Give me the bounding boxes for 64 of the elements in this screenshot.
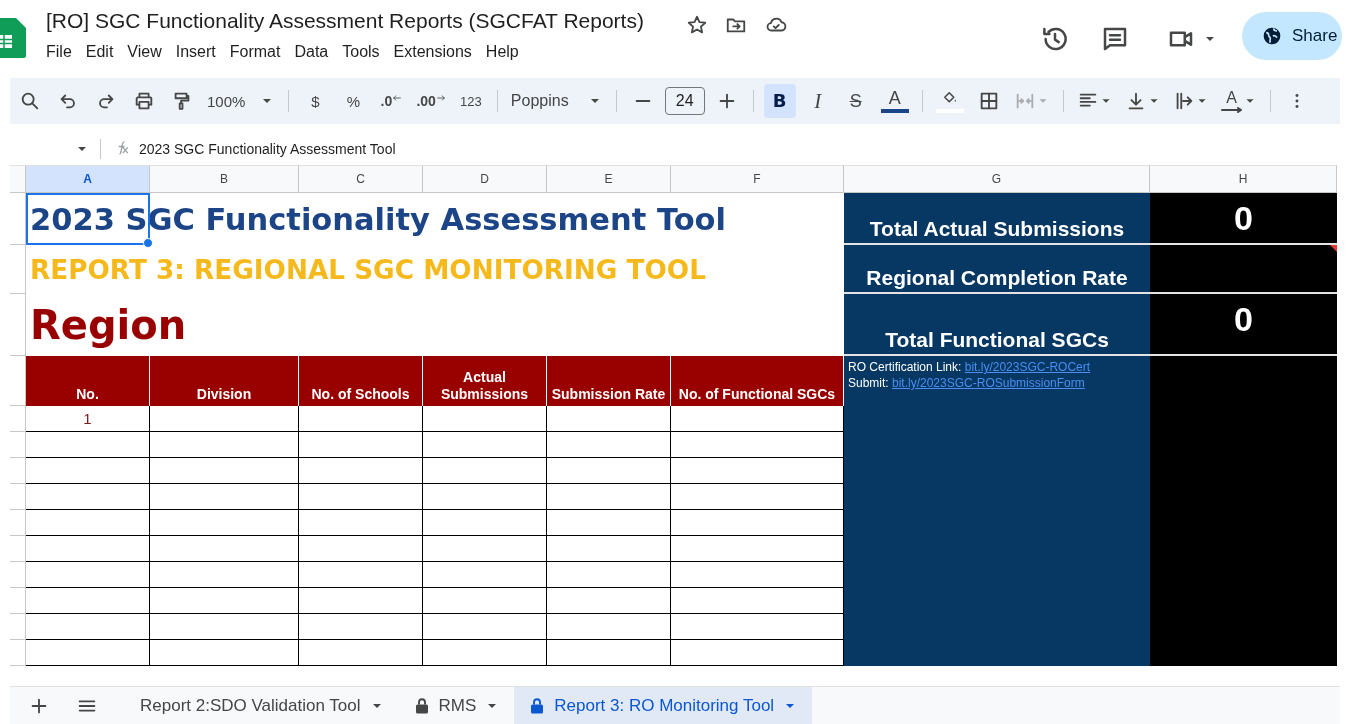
summary-label: Total Functional SGCs [844, 294, 1150, 356]
sheet-tab[interactable]: Report 2:SDO Validation Tool [126, 687, 399, 724]
table-cell: 1 [26, 406, 150, 432]
italic-button[interactable]: I [801, 84, 834, 118]
column-header[interactable]: D [423, 165, 547, 193]
region-heading: Region [29, 302, 188, 348]
zoom-dropdown[interactable]: 100% [204, 84, 279, 118]
formula-input[interactable]: 2023 SGC Functionality Assessment Tool [139, 141, 396, 157]
text-rotation-dropdown[interactable]: A [1217, 84, 1260, 118]
column-heading: Actual Submissions [423, 356, 547, 406]
bold-button[interactable]: B [763, 84, 796, 118]
summary-label: Total Actual Submissions [844, 193, 1150, 245]
summary-value: 0 [1234, 299, 1253, 339]
column-header[interactable]: G [844, 165, 1150, 193]
share-button[interactable]: Share [1242, 12, 1342, 60]
link-line: RO Certification Link: bit.ly/2023SGC-ROCert [848, 359, 1092, 375]
column-header[interactable]: H [1150, 165, 1337, 193]
menu-item[interactable]: Extensions [387, 43, 478, 61]
text-color-button[interactable]: A [877, 84, 912, 118]
report-subtitle: REPORT 3: REGIONAL SGC MONITORING TOOL [29, 254, 707, 285]
column-header[interactable]: E [547, 165, 671, 193]
column-heading: No. of Functional SGCs [671, 356, 844, 406]
print-icon[interactable] [133, 90, 155, 112]
left-arrow-icon [392, 93, 403, 103]
document-title[interactable]: [RO] SGC Functionality Assessment Reports (SGCFAT Reports) [46, 9, 644, 33]
summary-label: Regional Completion Rate [844, 245, 1150, 294]
column-header[interactable]: C [299, 165, 423, 193]
column-header[interactable]: F [671, 165, 844, 193]
right-arrow-icon [1220, 107, 1243, 113]
comment-marker[interactable] [1330, 245, 1337, 252]
currency-button[interactable]: $ [299, 84, 332, 118]
sheet-tab[interactable]: RMS [398, 687, 515, 724]
spreadsheet-logo-icon[interactable] [0, 18, 26, 58]
number-format-button[interactable]: 123 [454, 84, 487, 118]
increase-decimal-button[interactable]: .00 [413, 84, 449, 118]
column-heading: No. [26, 356, 150, 406]
menu-item[interactable]: Help [479, 43, 525, 61]
star-icon[interactable] [686, 14, 708, 36]
column-header[interactable]: B [150, 165, 299, 193]
fill-handle[interactable] [143, 238, 153, 248]
column-heading: Submission Rate [547, 356, 671, 406]
menu-item[interactable]: View [121, 43, 168, 61]
search-icon[interactable] [19, 90, 41, 112]
font-size-field[interactable]: 24 [664, 87, 705, 115]
strikethrough-button[interactable]: S [839, 84, 872, 118]
column-header[interactable]: A [26, 165, 150, 193]
link[interactable]: bit.ly/2023SGC-ROCert [964, 360, 1091, 374]
right-arrow-icon [435, 93, 446, 103]
menu-item[interactable]: File [40, 43, 78, 61]
sheet-tab[interactable]: Report 3: RO Monitoring Tool [514, 687, 813, 724]
menu-item[interactable]: Format [223, 43, 287, 61]
column-heading: No. of Schools [299, 356, 423, 406]
decrease-decimal-button[interactable]: .0 [375, 84, 408, 118]
link[interactable]: bit.ly/2023SGC-ROSubmissionForm [892, 376, 1085, 390]
menu-item[interactable]: Edit [79, 43, 120, 61]
font-dropdown[interactable]: Poppins [507, 84, 606, 118]
globe-icon [1262, 26, 1282, 46]
summary-value: 0 [1234, 198, 1253, 238]
menu-item[interactable]: Data [288, 43, 335, 61]
menu-item[interactable]: Tools [336, 43, 386, 61]
link-line: Submit: bit.ly/2023SGC-ROSubmissionForm [848, 375, 1086, 391]
column-heading: Division [150, 356, 299, 406]
menu-item[interactable]: Insert [169, 43, 222, 61]
percent-button[interactable]: % [337, 84, 370, 118]
